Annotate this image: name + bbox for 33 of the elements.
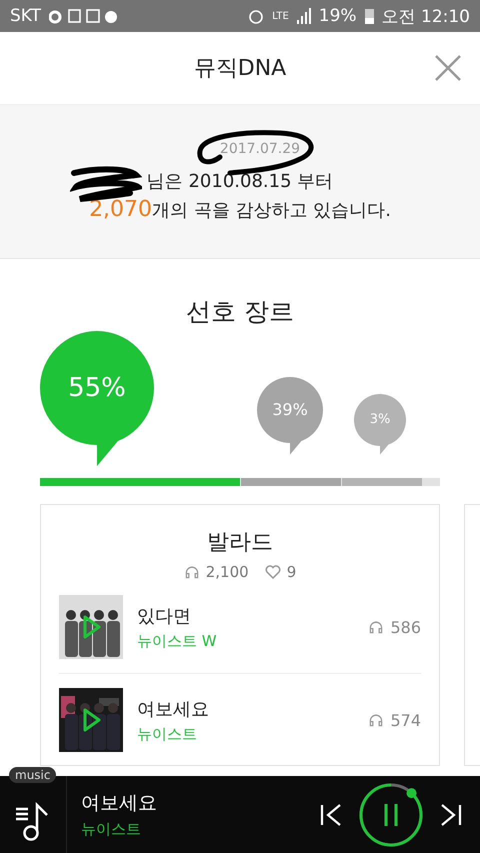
count-text: 개의 곡을 감상하고 있습니다.	[152, 199, 391, 222]
battery-percent: 19%	[318, 6, 357, 26]
like-count: 9	[286, 563, 296, 581]
network-label: LTE	[272, 10, 289, 22]
carrier: SKT	[10, 6, 42, 26]
close-icon[interactable]	[434, 54, 462, 82]
battery-icon	[364, 8, 374, 24]
play-count: 2,100	[206, 563, 249, 581]
headphones-icon	[368, 712, 384, 728]
headphones-icon	[368, 619, 384, 635]
now-playing-artist: 뉴이스트	[81, 820, 142, 839]
play-icon[interactable]	[83, 708, 101, 732]
signal-icon	[296, 8, 311, 24]
page-title: 뮤직DNA	[194, 55, 286, 83]
since-text: 님은 2010.08.15 부터	[146, 170, 334, 193]
now-playing-title: 여보세요	[81, 791, 158, 816]
song-title[interactable]: 있다면	[137, 604, 368, 628]
previous-icon[interactable]	[320, 802, 342, 826]
music-badge: music	[9, 767, 56, 783]
heart-icon	[264, 565, 281, 579]
song-play-count: 586	[390, 618, 421, 636]
play-icon[interactable]	[83, 615, 101, 639]
song-play-count: 574	[390, 710, 421, 730]
section-title: 선호 장르	[185, 296, 295, 328]
headphones-icon	[184, 564, 200, 580]
notification-icon	[49, 7, 120, 25]
alarm-icon	[248, 8, 264, 24]
genre-name: 발라드	[206, 529, 274, 557]
next-icon[interactable]	[440, 802, 462, 826]
clock: 오전 12:10	[382, 6, 470, 28]
date-label: 2017.07.29	[220, 141, 300, 157]
song-title[interactable]: 여보세요	[137, 696, 368, 720]
song-count: 2,070	[89, 197, 152, 222]
